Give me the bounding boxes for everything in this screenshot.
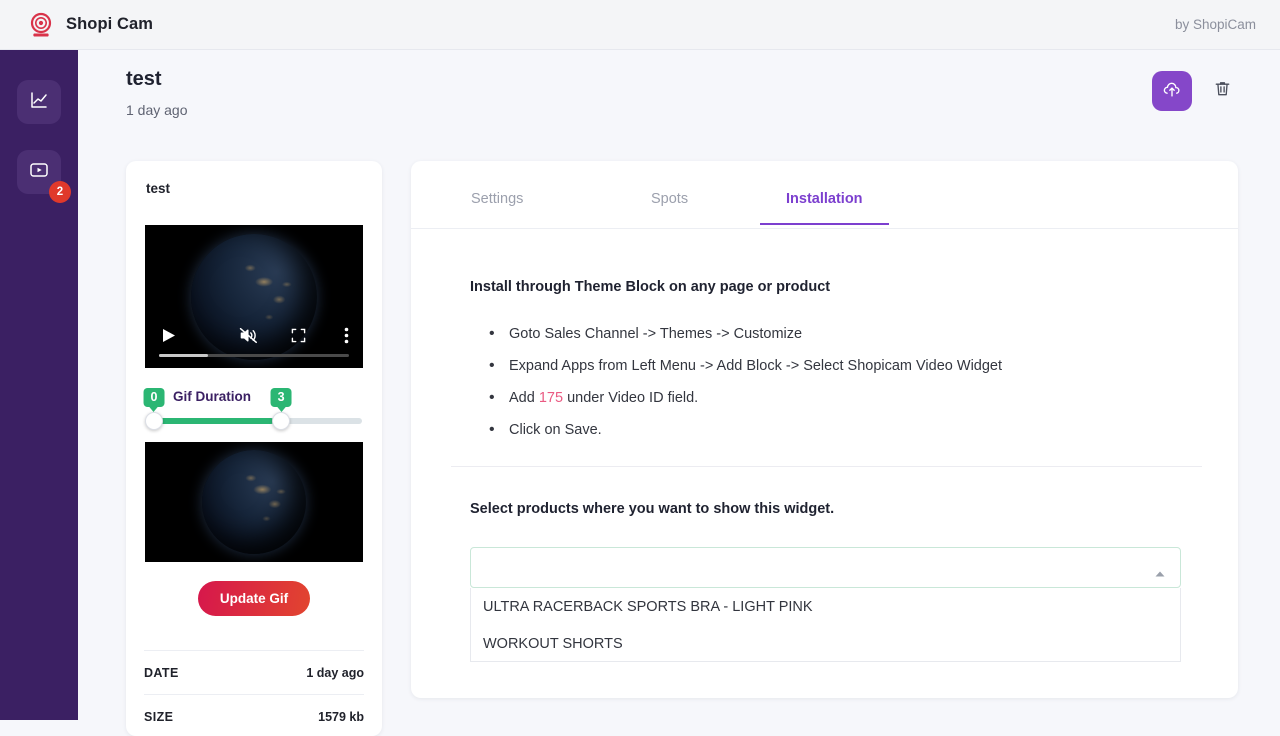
sidebar-item-videos[interactable]: 2 [17,150,71,203]
page-header: test 1 day ago [78,50,1280,145]
install-steps-list: Goto Sales Channel -> Themes -> Customiz… [487,323,1003,452]
step-text: Click on Save. [509,422,602,438]
gif-thumbnail [202,450,306,554]
meta-key: DATE [144,665,179,680]
slider-track[interactable]: 0 3 [143,388,362,430]
sidebar-badge-count: 2 [49,181,71,203]
video-card-title: test [146,181,171,196]
page-title: test [126,68,162,90]
slider-handle-min[interactable]: 0 [143,388,165,430]
tab-settings[interactable]: Settings [471,191,523,223]
step-text: Add [509,390,539,406]
update-gif-button[interactable]: Update Gif [197,581,311,616]
video-id-value: 175 [538,390,564,406]
install-step: Goto Sales Channel -> Themes -> Customiz… [487,323,1002,346]
slider-fill [148,418,275,424]
slider-tooltip-max: 3 [270,388,292,407]
play-icon[interactable] [162,328,176,343]
slider-handle-max[interactable]: 3 [270,388,292,430]
sidebar: 2 [0,50,78,720]
tab-spots[interactable]: Spots [651,191,688,223]
meta-key: SIZE [144,709,174,724]
trash-icon [1213,79,1232,101]
slider-tooltip-min: 0 [143,388,165,407]
meta-value: 1579 kb [318,709,364,724]
main-panel: Settings Spots Installation Install thro… [411,161,1238,698]
webcam-logo-icon [28,12,54,38]
step-text: Expand Apps from Left Menu -> Add Block … [509,358,1003,374]
delete-button[interactable] [1206,74,1238,106]
upload-button[interactable] [1152,71,1192,111]
tab-bar: Settings Spots Installation [411,161,1238,229]
product-option[interactable]: ULTRA RACERBACK SPORTS BRA - LIGHT PINK [471,588,1180,625]
video-meta-list: DATE 1 day ago SIZE 1579 kb [126,650,382,736]
video-player-icon [28,159,50,186]
meta-row-date: DATE 1 day ago [144,650,364,694]
install-heading: Install through Theme Block on any page … [470,279,831,295]
video-controls [145,322,363,348]
gif-duration-slider[interactable]: Gif Duration 0 3 [140,380,362,430]
gif-duration-label: Gif Duration [173,389,251,404]
video-progress-bar[interactable] [159,353,349,357]
install-step: Add 175 under Video ID field. [487,387,1002,410]
product-option[interactable]: WORKOUT SHORTS [471,625,1180,662]
fullscreen-icon[interactable] [291,328,306,343]
page-subtitle: 1 day ago [126,102,188,118]
analytics-chart-icon [29,90,49,115]
meta-value: 1 day ago [306,665,364,680]
install-step: Click on Save. [487,419,1002,442]
sidebar-item-analytics[interactable] [17,80,61,124]
meta-row-size: SIZE 1579 kb [144,694,364,736]
three-dots-menu-icon[interactable] [344,327,349,344]
product-options-dropdown[interactable]: ULTRA RACERBACK SPORTS BRA - LIGHT PINK … [470,588,1181,662]
video-card: test Gif Duration 0 3 Update Gif DATE 1 … [126,161,382,736]
chevron-up-icon[interactable] [1154,565,1166,583]
section-divider [451,466,1202,467]
gif-preview [145,442,363,562]
brand: Shopi Cam [28,12,153,38]
top-bar: Shopi Cam by ShopiCam [0,0,1280,50]
product-select-input[interactable] [470,547,1181,588]
byline: by ShopiCam [1174,17,1256,32]
tab-installation[interactable]: Installation [760,191,889,225]
video-player[interactable] [145,225,363,368]
product-select-label: Select products where you want to show t… [470,501,835,517]
brand-name: Shopi Cam [66,15,154,33]
step-text: Goto Sales Channel -> Themes -> Customiz… [509,326,803,342]
step-text-tail: under Video ID field. [563,390,699,406]
install-step: Expand Apps from Left Menu -> Add Block … [487,355,1003,378]
cloud-upload-icon [1162,80,1182,103]
volume-muted-icon[interactable] [239,327,258,344]
